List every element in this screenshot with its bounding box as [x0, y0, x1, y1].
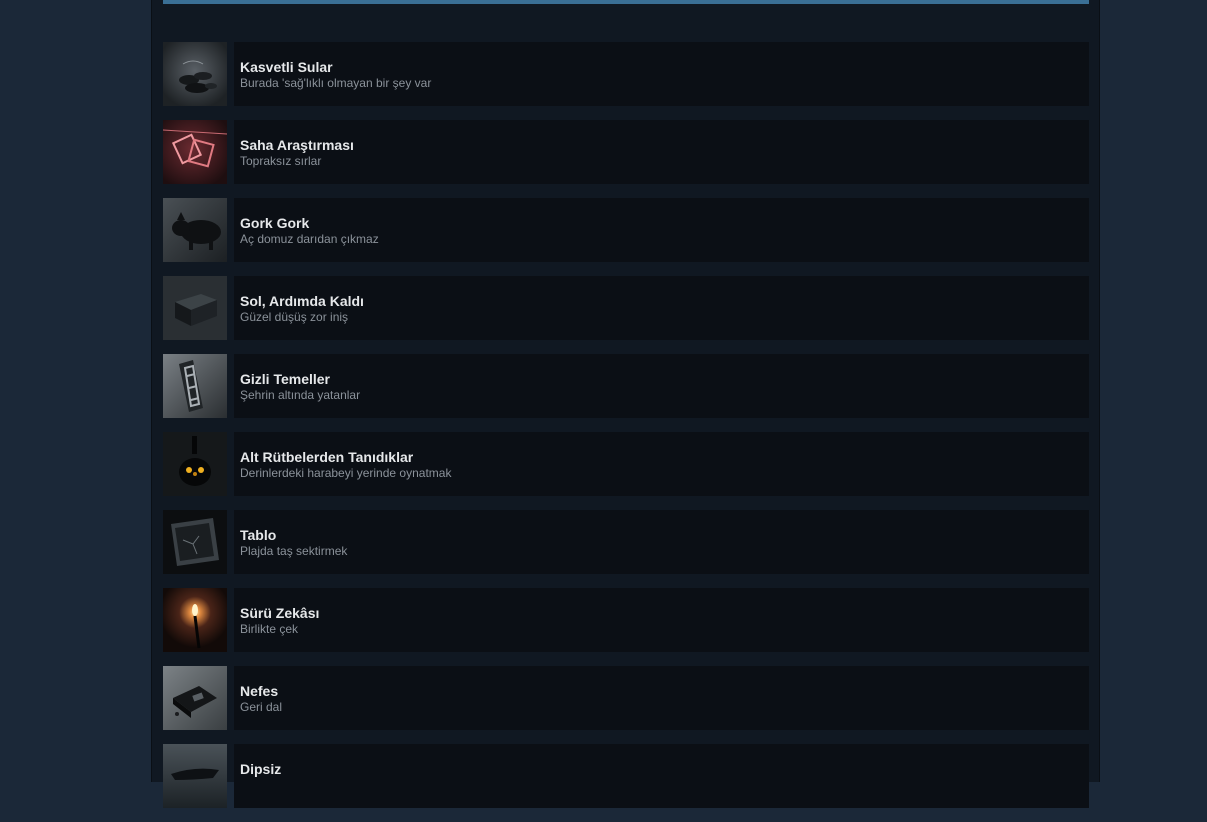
cracked-frame-icon — [163, 510, 227, 574]
achievement-text: Tablo Plajda taş sektirmek — [234, 510, 1089, 574]
pig-icon — [163, 198, 227, 262]
achievement-title: Gizli Temeller — [240, 371, 330, 387]
achievement-title: Dipsiz — [240, 761, 282, 777]
achievement-description: Geri dal — [240, 700, 283, 714]
achievement-title: Alt Rütbelerden Tanıdıklar — [240, 449, 414, 465]
achievement-row: Tablo Plajda taş sektirmek — [163, 510, 1089, 574]
achievement-description: Aç domuz darıdan çıkmaz — [240, 232, 379, 246]
achievement-row: Nefes Geri dal — [163, 666, 1089, 730]
achievement-text: Sol, Ardımda Kaldı Güzel düşüş zor iniş — [234, 276, 1089, 340]
achievement-row: Alt Rütbelerden Tanıdıklar Derinlerdeki … — [163, 432, 1089, 496]
achievement-list: Kasvetli Sular Burada 'sağ'lıklı olmayan… — [163, 42, 1089, 822]
achievement-title: Nefes — [240, 683, 279, 699]
sunken-boat-icon — [163, 744, 227, 808]
achievement-description: Burada 'sağ'lıklı olmayan bir şey var — [240, 76, 432, 90]
achievement-text: Sürü Zekâsı Birlikte çek — [234, 588, 1089, 652]
achievement-description: Plajda taş sektirmek — [240, 544, 348, 558]
achievement-text: Dipsiz — [234, 744, 1089, 808]
achievement-row: Sol, Ardımda Kaldı Güzel düşüş zor iniş — [163, 276, 1089, 340]
crate-icon — [163, 276, 227, 340]
achievement-row: Kasvetli Sular Burada 'sağ'lıklı olmayan… — [163, 42, 1089, 106]
achievement-title: Kasvetli Sular — [240, 59, 333, 75]
achievement-text: Kasvetli Sular Burada 'sağ'lıklı olmayan… — [234, 42, 1089, 106]
achievements-panel: Kasvetli Sular Burada 'sağ'lıklı olmayan… — [151, 0, 1100, 808]
achievement-text: Gizli Temeller Şehrin altında yatanlar — [234, 354, 1089, 418]
achievement-row: Dipsiz — [163, 744, 1089, 808]
lantern-creature-icon — [163, 432, 227, 496]
achievement-description: Şehrin altında yatanlar — [240, 388, 361, 402]
achievement-text: Nefes Geri dal — [234, 666, 1089, 730]
achievement-description: Güzel düşüş zor iniş — [240, 310, 349, 324]
achievement-text: Gork Gork Aç domuz darıdan çıkmaz — [234, 198, 1089, 262]
torch-icon — [163, 588, 227, 652]
achievement-row: Saha Araştırması Topraksız sırlar — [163, 120, 1089, 184]
achievement-title: Sol, Ardımda Kaldı — [240, 293, 364, 309]
trap-device-icon — [163, 666, 227, 730]
achievement-description: Derinlerdeki harabeyi yerinde oynatmak — [240, 466, 452, 480]
achievement-row: Sürü Zekâsı Birlikte çek — [163, 588, 1089, 652]
hanging-photos-icon — [163, 120, 227, 184]
achievement-progress-bar — [163, 0, 1089, 4]
achievement-description: Birlikte çek — [240, 622, 299, 636]
achievement-title: Gork Gork — [240, 215, 310, 231]
letter-e-block-icon — [163, 354, 227, 418]
achievement-title: Tablo — [240, 527, 277, 543]
achievement-title: Saha Araştırması — [240, 137, 354, 153]
achievement-text: Saha Araştırması Topraksız sırlar — [234, 120, 1089, 184]
achievement-title: Sürü Zekâsı — [240, 605, 320, 621]
wet-stones-icon — [163, 42, 227, 106]
achievement-description: Topraksız sırlar — [240, 154, 322, 168]
achievement-row: Gork Gork Aç domuz darıdan çıkmaz — [163, 198, 1089, 262]
achievement-text: Alt Rütbelerden Tanıdıklar Derinlerdeki … — [234, 432, 1089, 496]
achievement-row: Gizli Temeller Şehrin altında yatanlar — [163, 354, 1089, 418]
